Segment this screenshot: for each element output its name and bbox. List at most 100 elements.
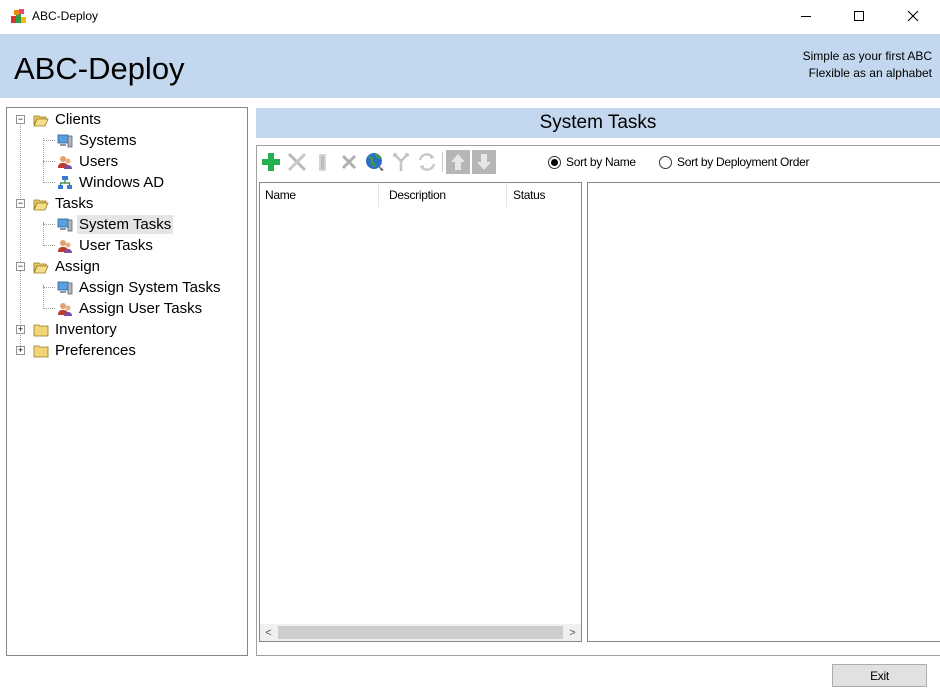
tree-node-windows-ad[interactable]: Windows AD bbox=[57, 172, 166, 193]
app-header: ABC-Deploy Simple as your first ABC Flex… bbox=[0, 34, 940, 98]
tree-line bbox=[43, 308, 55, 309]
add-icon bbox=[262, 153, 280, 171]
tree-node-assign[interactable]: Assign bbox=[33, 256, 102, 277]
maximize-button[interactable] bbox=[836, 0, 882, 32]
tree-node-label: Assign bbox=[55, 258, 101, 275]
move-down-icon bbox=[472, 150, 496, 174]
tagline: Simple as your first ABC Flexible as an … bbox=[803, 48, 932, 82]
preferences-expand-toggle[interactable]: + bbox=[16, 346, 25, 355]
tree-line bbox=[43, 245, 55, 246]
toolbar-separator bbox=[442, 152, 443, 172]
close-button[interactable] bbox=[890, 0, 936, 32]
section-title: System Tasks bbox=[256, 108, 940, 138]
sort-by-deployment-order-label: Sort by Deployment Order bbox=[677, 155, 810, 169]
add-task-button[interactable] bbox=[259, 150, 283, 174]
branch-button[interactable] bbox=[389, 150, 413, 174]
tree-node-preferences[interactable]: Preferences bbox=[33, 340, 138, 361]
tree-line bbox=[43, 285, 44, 309]
tree-node-label: Windows AD bbox=[79, 174, 165, 191]
app-title: ABC-Deploy bbox=[14, 51, 185, 86]
column-header-name[interactable]: Name bbox=[260, 183, 379, 207]
tree-node-systems[interactable]: Systems bbox=[57, 130, 139, 151]
column-header-description[interactable]: Description bbox=[384, 183, 507, 207]
tree-node-label: Systems bbox=[79, 132, 137, 149]
users-icon bbox=[58, 239, 72, 253]
tree-node-label: Clients bbox=[55, 111, 101, 128]
folder-open-icon bbox=[33, 115, 49, 126]
tree-node-clients[interactable]: Clients bbox=[33, 109, 103, 130]
assign-collapse-toggle[interactable]: − bbox=[16, 262, 25, 271]
tagline-line-2: Flexible as an alphabet bbox=[808, 66, 932, 80]
task-toolbar bbox=[259, 148, 498, 176]
tree-node-label: Inventory bbox=[55, 321, 117, 338]
scroll-left-button[interactable]: < bbox=[260, 624, 277, 641]
tree-node-tasks[interactable]: Tasks bbox=[33, 193, 95, 214]
tree-node-inventory[interactable]: Inventory bbox=[33, 319, 119, 340]
refresh-icon bbox=[418, 153, 436, 171]
maximize-icon bbox=[854, 11, 864, 21]
deploy-button[interactable] bbox=[363, 150, 387, 174]
title-bar: ABC-Deploy bbox=[0, 0, 940, 32]
tree-line bbox=[43, 224, 55, 225]
tree-node-label: Preferences bbox=[55, 342, 136, 359]
tree-node-label: Users bbox=[79, 153, 119, 170]
column-button[interactable] bbox=[311, 150, 335, 174]
edit-task-button[interactable] bbox=[285, 150, 309, 174]
tree-node-label: Assign User Tasks bbox=[79, 300, 203, 317]
tree-node-user-tasks[interactable]: User Tasks bbox=[57, 235, 155, 256]
exit-button[interactable]: Exit bbox=[832, 664, 927, 687]
close-icon bbox=[907, 10, 919, 22]
folder-closed-icon bbox=[33, 324, 49, 336]
network-icon bbox=[58, 175, 72, 189]
column-icon bbox=[319, 154, 326, 171]
clients-collapse-toggle[interactable]: − bbox=[16, 115, 25, 124]
delete-icon bbox=[341, 154, 357, 170]
move-down-button[interactable] bbox=[472, 150, 496, 174]
computer-icon bbox=[57, 134, 73, 147]
chevron-right-icon: > bbox=[569, 626, 576, 639]
task-list[interactable]: Name Description Status < > bbox=[259, 182, 582, 642]
folder-open-icon bbox=[33, 262, 49, 273]
tree-node-label: User Tasks bbox=[79, 237, 153, 254]
column-header-status[interactable]: Status bbox=[508, 183, 581, 207]
tree-line bbox=[43, 222, 44, 246]
sort-by-name-radio[interactable]: Sort by Name bbox=[548, 155, 636, 169]
inventory-expand-toggle[interactable]: + bbox=[16, 325, 25, 334]
refresh-button[interactable] bbox=[415, 150, 439, 174]
tree-node-assign-system-tasks[interactable]: Assign System Tasks bbox=[57, 277, 222, 298]
tree-line bbox=[20, 125, 21, 352]
scrollbar-thumb[interactable] bbox=[278, 626, 563, 639]
tree-line bbox=[43, 287, 55, 288]
tagline-line-1: Simple as your first ABC bbox=[802, 49, 932, 63]
folder-closed-icon bbox=[33, 345, 49, 357]
app-logo-icon bbox=[11, 9, 26, 23]
computer-icon bbox=[57, 281, 73, 294]
delete-task-button[interactable] bbox=[337, 150, 361, 174]
tree-node-label: System Tasks bbox=[77, 215, 174, 234]
chevron-left-icon: < bbox=[265, 626, 272, 639]
tree-node-label: Assign System Tasks bbox=[79, 279, 221, 296]
tree-node-system-tasks[interactable]: System Tasks bbox=[57, 214, 174, 235]
move-up-icon bbox=[446, 150, 470, 174]
tree-line bbox=[43, 140, 55, 141]
task-detail-pane bbox=[587, 182, 940, 642]
tasks-collapse-toggle[interactable]: − bbox=[16, 199, 25, 208]
navigation-tree[interactable]: − Clients Systems Users Windows AD − Tas… bbox=[6, 107, 248, 656]
minimize-button[interactable] bbox=[783, 0, 829, 32]
tree-line bbox=[43, 161, 55, 162]
window-title: ABC-Deploy bbox=[32, 9, 99, 23]
users-icon bbox=[58, 302, 72, 316]
move-up-button[interactable] bbox=[446, 150, 470, 174]
globe-icon bbox=[366, 153, 384, 171]
sort-by-name-label: Sort by Name bbox=[566, 155, 636, 169]
tree-node-label: Tasks bbox=[55, 195, 94, 212]
minimize-icon bbox=[801, 16, 811, 17]
sort-by-deployment-order-radio[interactable]: Sort by Deployment Order bbox=[659, 155, 810, 169]
scroll-right-button[interactable]: > bbox=[564, 624, 581, 641]
horizontal-scrollbar[interactable]: < > bbox=[260, 624, 581, 641]
branch-icon bbox=[393, 153, 409, 171]
folder-open-icon bbox=[33, 199, 49, 210]
tree-node-users[interactable]: Users bbox=[57, 151, 120, 172]
users-icon bbox=[58, 155, 72, 169]
tree-node-assign-user-tasks[interactable]: Assign User Tasks bbox=[57, 298, 204, 319]
